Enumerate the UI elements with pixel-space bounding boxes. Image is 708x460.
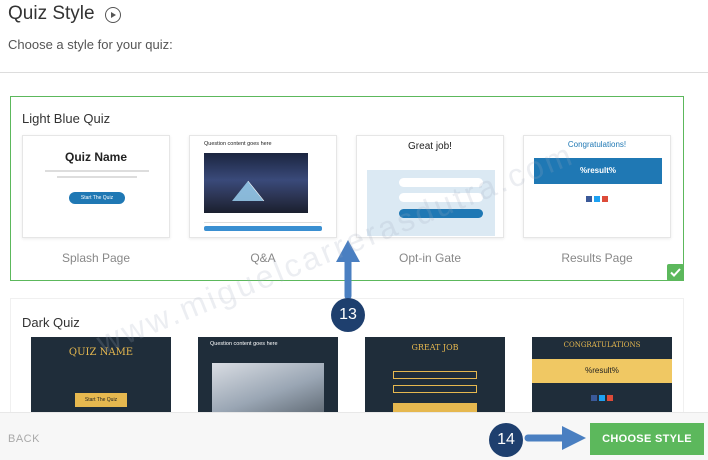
- page-title: Quiz Style: [8, 3, 121, 25]
- thumbnail-dark-qa: Question content goes here: [198, 337, 338, 417]
- thumbnail-heading: Question content goes here: [210, 341, 278, 347]
- play-circle-icon[interactable]: [104, 7, 121, 23]
- google-plus-icon: [607, 395, 613, 401]
- name-input: [393, 371, 477, 379]
- step-number-badge: 13: [331, 298, 365, 332]
- thumbnail-title: Great job!: [408, 141, 452, 152]
- twitter-icon: [594, 196, 600, 202]
- thumbnail-splash-page: Quiz Name Start The Quiz: [22, 135, 170, 238]
- share-buttons: [524, 196, 670, 202]
- thumbnail-start-button: Start The Quiz: [75, 393, 127, 407]
- thumbnail-dark-results-page: CONGRATULATIONS %result%: [532, 337, 672, 417]
- thumbnail-start-button: Start The Quiz: [69, 192, 125, 204]
- thumbnail-qa: Question content goes here: [189, 135, 337, 238]
- back-button[interactable]: BACK: [8, 433, 40, 445]
- thumbnail-title: Congratulations!: [567, 140, 627, 149]
- camping-photo: [204, 153, 308, 213]
- thumbnail-title: CONGRATULATIONS: [563, 341, 641, 349]
- thumbnail-title: GREAT JOB: [411, 343, 459, 352]
- result-banner: %result%: [532, 359, 672, 383]
- answer-option-selected: [204, 226, 322, 231]
- google-plus-icon: [602, 196, 608, 202]
- text-line: [45, 170, 149, 172]
- opt-in-form: [367, 170, 495, 236]
- submit-button: [399, 209, 483, 218]
- thumbnail-label: Q&A: [250, 251, 276, 265]
- result-banner: %result%: [534, 158, 662, 184]
- thumbnail-opt-in-gate: Great job!: [356, 135, 504, 238]
- email-input: [393, 385, 477, 393]
- twitter-icon: [599, 395, 605, 401]
- facebook-icon: [591, 395, 597, 401]
- header-divider: [0, 72, 708, 73]
- style-option-title: Dark Quiz: [22, 315, 80, 330]
- email-input: [399, 193, 483, 202]
- footer-bar: BACK CHOOSE STYLE: [0, 412, 708, 460]
- share-buttons: [532, 395, 672, 401]
- thumbnail-dark-opt-in-gate: GREAT JOB: [365, 337, 505, 417]
- thumbnail-results-page: Congratulations! %result%: [523, 135, 671, 238]
- page-title-text: Quiz Style: [8, 3, 95, 24]
- name-input: [399, 178, 483, 187]
- text-line: [57, 176, 137, 178]
- page-subtitle: Choose a style for your quiz:: [8, 37, 173, 52]
- checkmark-icon: [667, 264, 684, 281]
- thumbnail-label: Splash Page: [61, 251, 131, 265]
- thumbnail-label: Opt-in Gate: [398, 251, 462, 265]
- step-number-badge: 14: [489, 423, 523, 457]
- thumbnail-title: Quiz Name: [64, 150, 127, 164]
- facebook-icon: [586, 196, 592, 202]
- thumbnail-dark-splash-page: QUIZ NAME Start The Quiz: [31, 337, 171, 417]
- laptop-photo: [212, 363, 324, 417]
- thumbnail-label: Results Page: [561, 251, 633, 265]
- style-option-title: Light Blue Quiz: [22, 111, 111, 126]
- thumbnail-title: QUIZ NAME: [68, 347, 134, 358]
- style-option-light-blue-quiz[interactable]: Light Blue Quiz Quiz Name Start The Quiz…: [10, 96, 684, 281]
- thumbnail-heading: Question content goes here: [204, 141, 272, 147]
- choose-style-button[interactable]: CHOOSE STYLE: [590, 423, 704, 455]
- quiz-style-page: Quiz Style Choose a style for your quiz:…: [0, 0, 708, 460]
- answer-option: [204, 218, 322, 223]
